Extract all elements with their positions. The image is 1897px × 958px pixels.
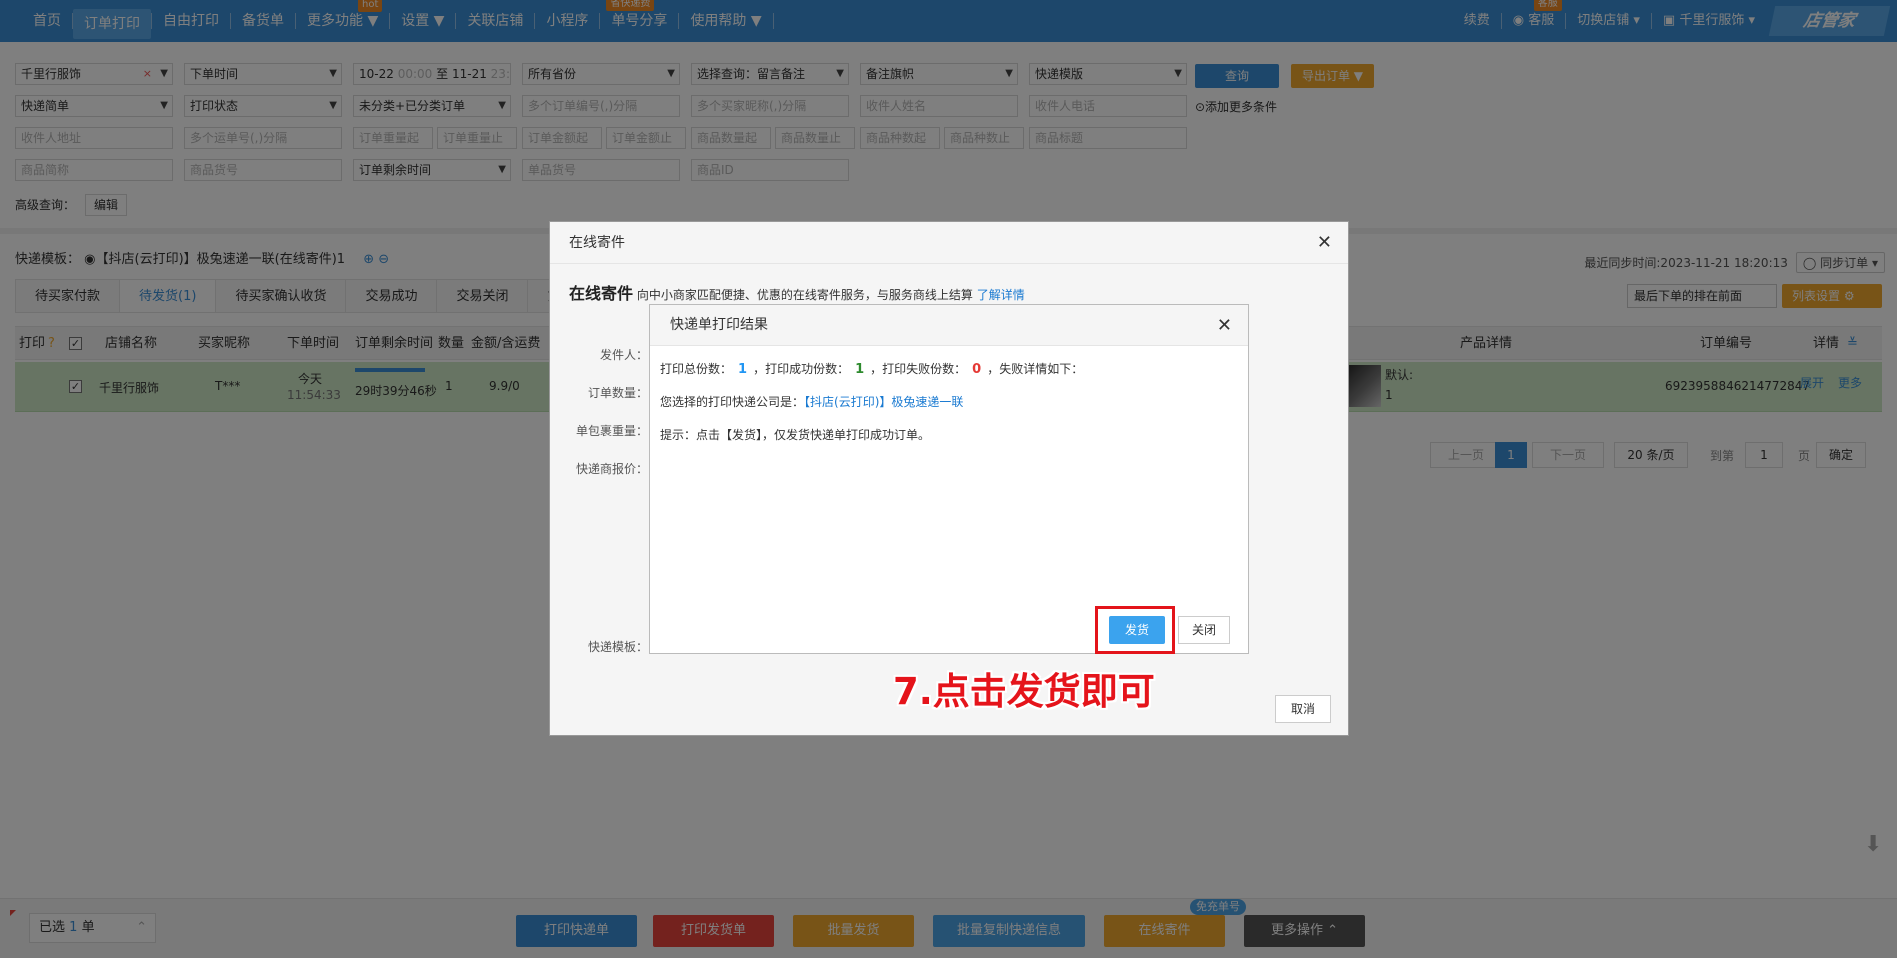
print-result-dialog: 快递单打印结果 ✕ 打印总份数： 1 ，打印成功份数： 1 ，打印失败份数： 0 ，失败详情…: [649, 304, 1249, 654]
print-summary: 打印总份数： 1 ，打印成功份数： 1 ，打印失败份数： 0 ，失败详情如下：: [660, 360, 1083, 377]
order-count-label: 订单数量：: [588, 386, 649, 400]
close-icon[interactable]: ✕: [1317, 232, 1332, 253]
close-button[interactable]: 关闭: [1178, 616, 1230, 644]
total-label: 打印总份数：: [660, 362, 733, 376]
success-label: ，打印成功份数：: [753, 362, 850, 376]
package-weight-label: 单包裹重量：: [576, 424, 649, 438]
online-shipping-desc: 向中小商家匹配便捷、优惠的在线寄件服务，与服务商线上结算: [636, 288, 973, 302]
instruction-annotation: 7.点击发货即可: [893, 670, 1155, 713]
fail-detail-label: ，失败详情如下：: [987, 362, 1084, 376]
online-shipping-title: 在线寄件: [550, 222, 1348, 264]
fail-count: 0: [972, 362, 982, 377]
sender-label: 发件人：: [600, 348, 649, 362]
template-label-dialog: 快递模板：: [588, 640, 649, 654]
print-tip: 提示：点击【发货】，仅发货快递单打印成功订单。: [660, 428, 931, 442]
fail-label: ，打印失败份数：: [870, 362, 967, 376]
total-count: 1: [738, 362, 748, 377]
company-line: 您选择的打印快递公司是：【抖店(云打印)】极兔速递一联: [660, 393, 963, 410]
company-label: 您选择的打印快递公司是：: [660, 395, 805, 409]
online-shipping-intro: 在线寄件 向中小商家匹配便捷、优惠的在线寄件服务，与服务商线上结算 了解详情: [569, 280, 1025, 304]
print-result-title: 快递单打印结果: [650, 305, 1248, 346]
company-name: 【抖店(云打印)】极兔速递一联: [804, 395, 964, 409]
cancel-button[interactable]: 取消: [1275, 695, 1331, 723]
online-shipping-heading: 在线寄件: [569, 284, 634, 303]
close-icon[interactable]: ✕: [1217, 315, 1232, 336]
learn-more-link[interactable]: 了解详情: [977, 288, 1025, 302]
success-count: 1: [855, 362, 865, 377]
carrier-quote-label: 快递商报价：: [576, 462, 649, 476]
ship-button[interactable]: 发货: [1109, 616, 1165, 644]
